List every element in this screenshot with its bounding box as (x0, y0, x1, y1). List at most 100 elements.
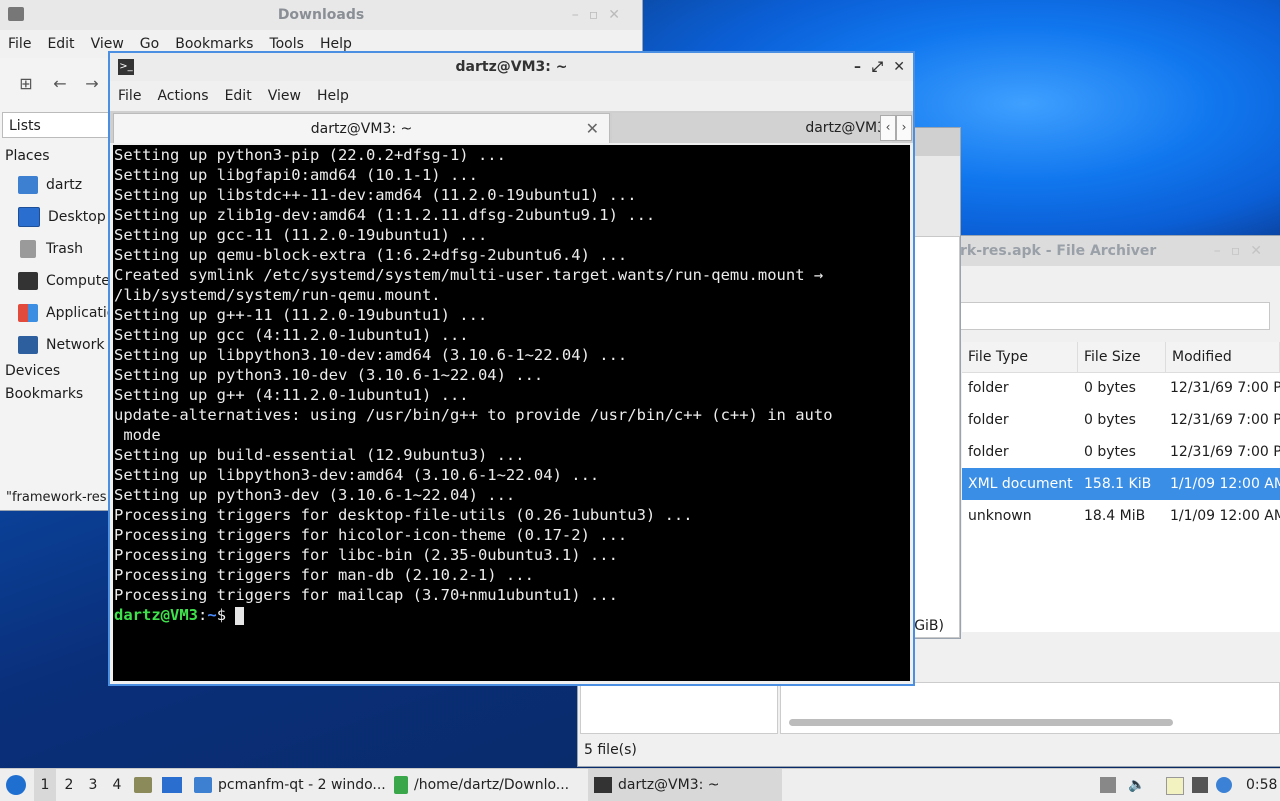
screen-icon[interactable] (1192, 777, 1208, 793)
sidebar-item-desktop[interactable]: Desktop (18, 204, 106, 230)
desktop-3-button[interactable]: 3 (82, 769, 104, 801)
volume-icon[interactable]: 🔈 (1128, 777, 1145, 793)
menu-actions[interactable]: Actions (149, 88, 216, 104)
prompt-symbol: $ (216, 606, 236, 624)
bookmarks-header: Bookmarks (5, 386, 84, 402)
table-row[interactable]: folder 0 bytes 12/31/69 7:00 P (962, 404, 1280, 436)
terminal-tab-bar: dartz@VM3: ~ ✕ dartz@VM3: ~ ‹ › (110, 111, 913, 166)
tab-inactive[interactable]: dartz@VM3: ~ (612, 113, 892, 166)
file-size-cell: 0 bytes (1084, 380, 1136, 396)
back-arrow-icon[interactable]: ← (48, 72, 72, 96)
archive-tree-panel[interactable] (580, 682, 778, 734)
table-row[interactable]: unknown 18.4 MiB 1/1/09 12:00 AM (962, 500, 1280, 532)
file-size-cell: 0 bytes (1084, 444, 1136, 460)
file-type-cell: folder (968, 444, 1009, 460)
updates-icon[interactable] (1216, 777, 1232, 793)
file-type-cell: folder (968, 380, 1009, 396)
modified-cell: 12/31/69 7:00 P (1170, 380, 1280, 396)
archive-location-field[interactable] (960, 302, 1270, 330)
sidebar-item-network[interactable]: Network (18, 332, 104, 358)
tab-scroll-left-icon[interactable]: ‹ (880, 115, 896, 141)
quicklaunch-desktop-icon[interactable] (162, 769, 182, 801)
minimize-icon[interactable]: – (854, 53, 861, 81)
window-controls[interactable]: –▫✕ (572, 0, 630, 30)
sidebar-item-label: Desktop (48, 209, 106, 225)
archive-list-panel[interactable] (780, 682, 1280, 734)
menu-go[interactable]: Go (132, 36, 167, 52)
clock[interactable]: 0:58 (1246, 769, 1277, 801)
terminal-output[interactable]: Setting up python3-pip (22.0.2+dfsg-1) .… (113, 145, 910, 681)
column-header-modified[interactable]: Modified (1166, 342, 1280, 372)
close-icon[interactable]: ✕ (893, 53, 905, 81)
file-size-cell: 158.1 KiB (1084, 476, 1152, 492)
archive-icon (394, 776, 408, 794)
menu-file[interactable]: File (0, 36, 39, 52)
desktop-2-button[interactable]: 2 (58, 769, 80, 801)
desktop-4-button[interactable]: 4 (106, 769, 128, 801)
menu-view[interactable]: View (83, 36, 132, 52)
size-text: GiB) (914, 618, 944, 634)
devices-header: Devices (5, 363, 61, 379)
terminal-window: >_ dartz@VM3: ~ – ⤢ ✕ File Actions Edit … (110, 53, 913, 684)
tab-active[interactable]: dartz@VM3: ~ ✕ (113, 113, 610, 143)
sidebar: Lists Places dartz Desktop Trash Compute… (0, 110, 115, 510)
column-header-file-size[interactable]: File Size (1078, 342, 1166, 372)
task-pcmanfm[interactable]: pcmanfm-qt - 2 windo... (194, 769, 386, 801)
sidebar-mode-select[interactable]: Lists (2, 112, 110, 138)
task-file-archiver[interactable]: /home/dartz/Downlo... (394, 769, 569, 801)
terminal-menubar: File Actions Edit View Help (110, 81, 913, 111)
trash-icon (20, 240, 36, 258)
file-type-cell: unknown (968, 508, 1032, 524)
desktop-icon (18, 207, 40, 227)
terminal-titlebar[interactable]: >_ dartz@VM3: ~ – ⤢ ✕ (110, 53, 913, 81)
tab-scroll-right-icon[interactable]: › (896, 115, 912, 141)
tab-label: dartz@VM3: ~ (310, 121, 413, 137)
menu-edit[interactable]: Edit (217, 88, 260, 104)
menu-file[interactable]: File (110, 88, 149, 104)
sidebar-item-label: Trash (46, 241, 83, 257)
menu-help[interactable]: Help (312, 36, 360, 52)
desktop-1-button[interactable]: 1 (34, 769, 56, 801)
file-type-cell: folder (968, 412, 1009, 428)
file-size-cell: 0 bytes (1084, 412, 1136, 428)
menu-help[interactable]: Help (309, 88, 357, 104)
terminal-icon (594, 777, 612, 793)
horizontal-scrollbar[interactable] (789, 719, 1173, 726)
folder-icon (194, 777, 212, 793)
close-tab-icon[interactable]: ✕ (586, 114, 599, 144)
table-row[interactable]: folder 0 bytes 12/31/69 7:00 P (962, 372, 1280, 404)
task-terminal[interactable]: dartz@VM3: ~ (588, 769, 782, 801)
window-controls[interactable]: –▫✕ (1214, 236, 1272, 266)
column-header-file-type[interactable]: File Type (962, 342, 1078, 372)
removable-media-icon[interactable] (1100, 777, 1116, 793)
modified-cell: 1/1/09 12:00 AM (1170, 508, 1280, 524)
start-menu-icon[interactable] (6, 769, 26, 801)
menu-edit[interactable]: Edit (39, 36, 82, 52)
file-list-header: File Type File Size Modified (962, 342, 1280, 373)
file-size-cell: 18.4 MiB (1084, 508, 1146, 524)
archive-file-list: File Type File Size Modified folder 0 by… (962, 342, 1280, 632)
task-label: pcmanfm-qt - 2 windo... (218, 777, 386, 793)
sidebar-item-label: Network (46, 337, 105, 353)
sidebar-item-trash[interactable]: Trash (18, 236, 83, 262)
places-header: Places (5, 148, 50, 164)
sidebar-item-home[interactable]: dartz (18, 172, 82, 198)
maximize-icon[interactable]: ⤢ (872, 53, 883, 81)
forward-arrow-icon[interactable]: → (80, 72, 104, 96)
task-label: /home/dartz/Downlo... (414, 777, 570, 793)
show-desktop-icon[interactable] (134, 769, 152, 801)
computer-icon (18, 272, 38, 290)
sidebar-item-label: dartz (46, 177, 83, 193)
menu-view[interactable]: View (260, 88, 309, 104)
menu-tools[interactable]: Tools (261, 36, 312, 52)
sidebar-item-computer[interactable]: Compute (18, 268, 110, 294)
new-tab-icon[interactable]: ⊞ (14, 72, 38, 96)
window-title: rk-res.apk - File Archiver (960, 243, 1157, 259)
table-row[interactable]: folder 0 bytes 12/31/69 7:00 P (962, 436, 1280, 468)
table-row-selected[interactable]: XML document 158.1 KiB 1/1/09 12:00 AM (962, 468, 1280, 500)
sidebar-item-applications[interactable]: Applicatio (18, 300, 115, 326)
clipboard-icon[interactable] (1166, 777, 1184, 795)
file-manager-titlebar[interactable]: Downloads –▫✕ (0, 0, 642, 30)
modified-cell: 1/1/09 12:00 AM (1170, 476, 1280, 492)
menu-bookmarks[interactable]: Bookmarks (167, 36, 261, 52)
